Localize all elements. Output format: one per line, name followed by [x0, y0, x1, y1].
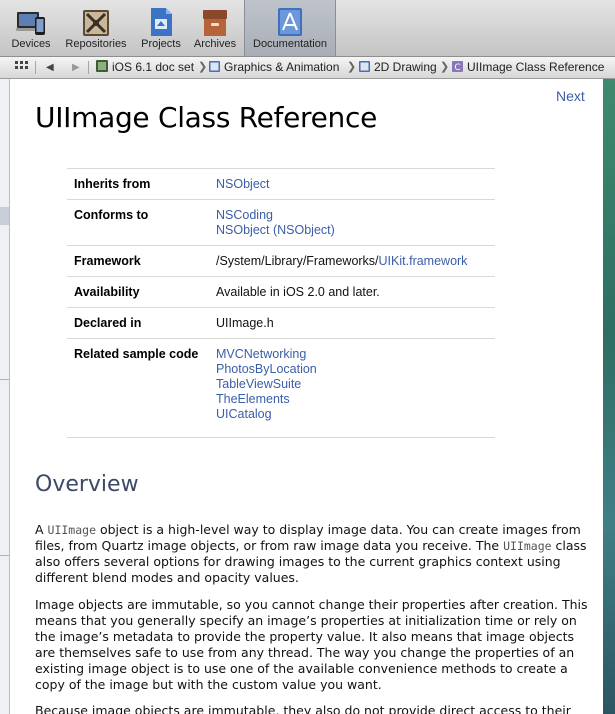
framework-path: /System/Library/Frameworks/	[216, 254, 379, 268]
nsobject-link[interactable]: NSObject	[216, 177, 270, 191]
left-sidebar-edge[interactable]	[0, 79, 10, 714]
grid-icon	[15, 61, 28, 69]
sample-code-link[interactable]: TheElements	[216, 392, 495, 407]
spec-key: Framework	[67, 245, 216, 277]
toolbar-projects-button[interactable]: Projects	[136, 0, 186, 56]
folder-icon	[359, 61, 370, 72]
archives-icon	[203, 10, 227, 36]
crumb-graphics-animation[interactable]: Graphics & Animation	[208, 57, 339, 78]
spec-key: Inherits from	[67, 168, 216, 200]
availability-value: Available in iOS 2.0 and later.	[216, 276, 495, 308]
class-icon: C	[452, 61, 463, 73]
crumb-uiimage-class-reference[interactable]: C UIImage Class Reference	[451, 57, 604, 78]
devices-icon	[16, 12, 45, 35]
class-spec-table: Inherits from NSObject Conforms to NSCod…	[67, 168, 495, 438]
organizer-toolbar: Devices Repositories Projects Archives D…	[0, 0, 615, 57]
sample-code-link[interactable]: PhotosByLocation	[216, 362, 495, 377]
spec-key: Availability	[67, 276, 216, 308]
overview-heading: Overview	[35, 472, 139, 497]
sample-code-link[interactable]: MVCNetworking	[216, 347, 495, 362]
table-row: Related sample code MVCNetworking Photos…	[67, 338, 495, 438]
toolbar-projects-label: Projects	[141, 38, 181, 50]
code-uiimage: UIImage	[47, 523, 96, 537]
toolbar-repositories-button[interactable]: Repositories	[60, 0, 132, 56]
table-row: Framework /System/Library/Frameworks/UIK…	[67, 245, 495, 277]
svg-text:C: C	[454, 63, 460, 73]
toolbar-documentation-label: Documentation	[253, 38, 327, 50]
chevron-right-icon: ❯	[440, 61, 450, 73]
spec-key: Conforms to	[67, 199, 216, 246]
overview-paragraph-2: Image objects are immutable, so you cann…	[35, 597, 588, 692]
next-link[interactable]: Next	[556, 88, 585, 104]
overview-paragraph-1: A UIImage object is a high-level way to …	[35, 522, 587, 585]
toolbar-devices-button[interactable]: Devices	[6, 0, 56, 56]
page-title: UIImage Class Reference	[35, 101, 378, 134]
projects-icon	[151, 8, 172, 36]
toolbar-repositories-label: Repositories	[65, 38, 127, 50]
toolbar-archives-button[interactable]: Archives	[190, 0, 240, 56]
code-uiimage: UIImage	[503, 539, 552, 553]
forward-button[interactable]: ▶	[72, 57, 80, 78]
spec-key: Related sample code	[67, 338, 216, 438]
table-row: Inherits from NSObject	[67, 168, 495, 200]
sample-code-link[interactable]: UICatalog	[216, 407, 495, 422]
table-row: Declared in UIImage.h	[67, 307, 495, 339]
sample-code-link[interactable]: TableViewSuite	[216, 377, 495, 392]
documentation-content: Next UIImage Class Reference Inherits fr…	[10, 79, 603, 714]
chevron-right-icon: ❯	[198, 61, 208, 73]
declared-in-value: UIImage.h	[216, 307, 495, 339]
spec-key: Declared in	[67, 307, 216, 339]
docset-icon	[96, 60, 108, 72]
forward-arrow-icon: ▶	[72, 62, 80, 73]
nscoding-link[interactable]: NSCoding	[216, 208, 495, 223]
toolbar-documentation-button[interactable]: Documentation	[244, 0, 336, 56]
nsobject-protocol-link[interactable]: NSObject (NSObject)	[216, 223, 495, 238]
back-arrow-icon: ◀	[46, 62, 54, 73]
crumb-docset[interactable]: iOS 6.1 doc set	[95, 57, 194, 78]
overview-paragraph-3: Because image objects are immutable, the…	[35, 703, 571, 714]
desktop-background	[603, 79, 615, 714]
back-button[interactable]: ◀	[46, 57, 54, 78]
uikit-framework-link[interactable]: UIKit.framework	[379, 254, 468, 268]
crumb-2d-drawing[interactable]: 2D Drawing	[358, 57, 437, 78]
toolbar-archives-label: Archives	[193, 38, 237, 50]
related-items-button[interactable]	[14, 57, 30, 78]
table-row: Availability Available in iOS 2.0 and la…	[67, 276, 495, 308]
table-row: Conforms to NSCoding NSObject (NSObject)	[67, 199, 495, 246]
toolbar-devices-label: Devices	[11, 38, 51, 50]
documentation-icon	[278, 8, 302, 36]
chevron-right-icon: ❯	[347, 61, 357, 73]
folder-icon	[209, 61, 220, 72]
jump-bar: ◀ ▶ iOS 6.1 doc set ❯ Graphics & Animati…	[0, 57, 615, 79]
repositories-icon	[83, 10, 109, 36]
